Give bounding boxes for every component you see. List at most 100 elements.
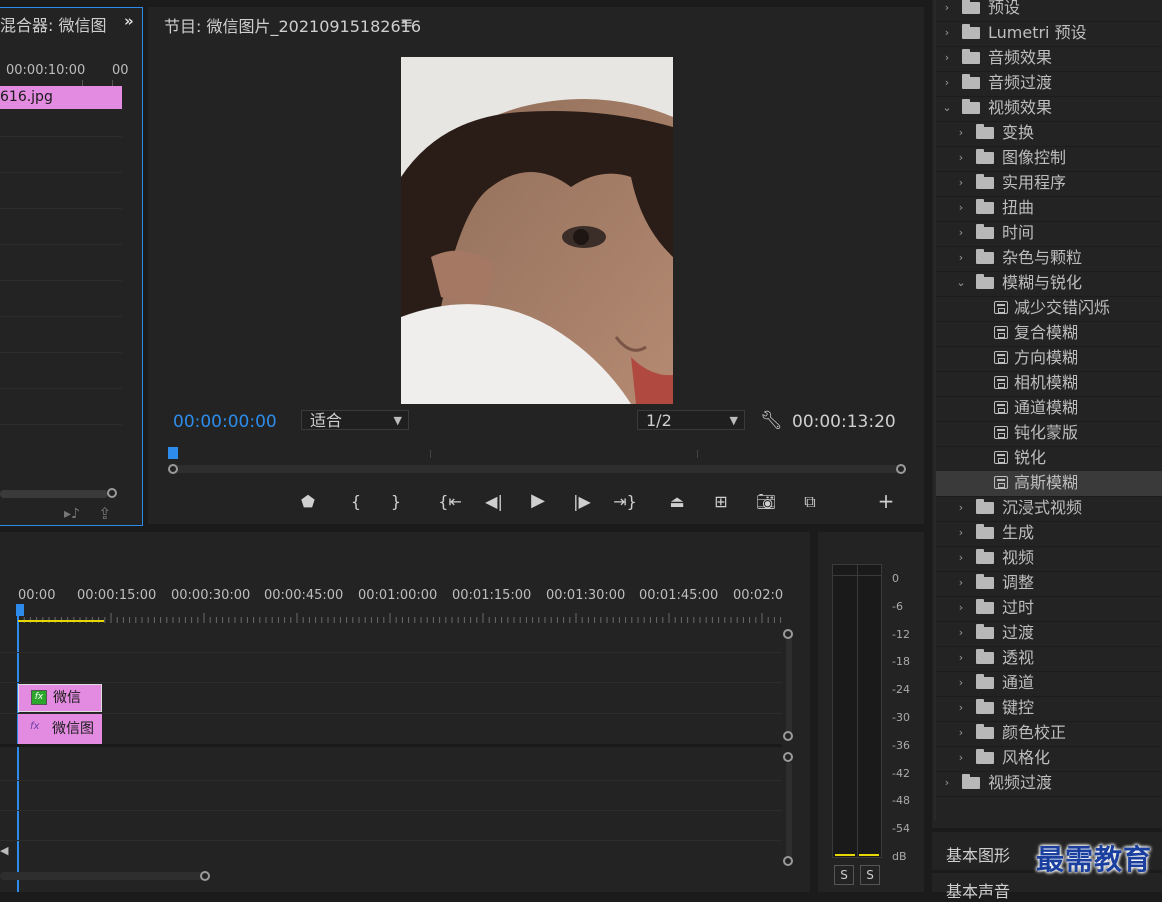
effects-tree-item[interactable]: › 预设: [936, 0, 1162, 22]
chevron-right-icon[interactable]: ›: [942, 0, 952, 20]
effects-tree-item[interactable]: 通道模糊: [936, 396, 1162, 422]
effects-tree-item[interactable]: 锐化: [936, 446, 1162, 472]
chevron-right-icon[interactable]: ›: [956, 696, 966, 720]
chevron-down-icon[interactable]: ⌄: [956, 271, 966, 295]
effects-tree-item[interactable]: › 视频: [936, 546, 1162, 572]
scrub-start-handle[interactable]: [168, 464, 178, 474]
effects-tree-item[interactable]: › 扭曲: [936, 196, 1162, 222]
add-button-icon[interactable]: +: [874, 491, 898, 511]
chevron-right-icon[interactable]: ›: [942, 71, 952, 95]
effects-tree-item[interactable]: › 时间: [936, 221, 1162, 247]
chevron-right-icon[interactable]: ›: [956, 171, 966, 195]
chevron-right-icon[interactable]: ›: [956, 521, 966, 545]
mark-out-icon[interactable]: }: [386, 492, 406, 512]
tab-essential-sound[interactable]: 基本声音: [946, 878, 1010, 902]
effects-tree-item[interactable]: › 颜色校正: [936, 721, 1162, 747]
play-icon[interactable]: ▶: [526, 491, 550, 511]
chevron-right-icon[interactable]: ›: [956, 121, 966, 145]
chevron-right-icon[interactable]: ›: [956, 496, 966, 520]
go-to-out-icon[interactable]: ⇥}: [612, 492, 638, 512]
effects-tree-item[interactable]: › 音频过渡: [936, 71, 1162, 97]
effects-tree-item[interactable]: 高斯模糊: [936, 471, 1162, 497]
share-icon[interactable]: ⇪: [98, 504, 111, 523]
source-scrollbar[interactable]: [0, 490, 108, 498]
chevron-right-icon[interactable]: ›: [956, 196, 966, 220]
chevron-right-icon[interactable]: ›: [956, 146, 966, 170]
effects-tree-item[interactable]: › 音频效果: [936, 46, 1162, 72]
effects-tree-item[interactable]: › 视频过渡: [936, 771, 1162, 797]
effects-tree-item[interactable]: › 过时: [936, 596, 1162, 622]
effects-tree-item[interactable]: › 风格化: [936, 746, 1162, 772]
chevron-right-icon[interactable]: ›: [956, 671, 966, 695]
effects-tree-item[interactable]: › 键控: [936, 696, 1162, 722]
chevron-right-icon[interactable]: ›: [956, 546, 966, 570]
panel-menu-icon[interactable]: ≡: [400, 13, 413, 32]
effects-tree-item[interactable]: › Lumetri 预设: [936, 21, 1162, 47]
source-clip[interactable]: 616.jpg: [0, 86, 122, 109]
audio-track-scrollbar[interactable]: [786, 762, 792, 862]
zoom-dropdown[interactable]: 适合 ▼: [301, 410, 409, 430]
effects-tree-item[interactable]: ⌄ 模糊与锐化: [936, 271, 1162, 297]
collapse-left-icon[interactable]: ◀: [0, 844, 8, 857]
source-panel-title[interactable]: 混合器: 微信图: [0, 12, 106, 36]
chevron-right-icon[interactable]: ›: [956, 246, 966, 270]
chevron-right-icon[interactable]: ›: [956, 746, 966, 770]
effects-tree-item[interactable]: › 实用程序: [936, 171, 1162, 197]
effects-tree-item[interactable]: › 图像控制: [936, 146, 1162, 172]
effects-tree-item[interactable]: › 通道: [936, 671, 1162, 697]
program-scrub-bar[interactable]: [174, 465, 902, 473]
tab-essential-graphics[interactable]: 基本图形: [946, 842, 1010, 866]
effects-tree-item[interactable]: 方向模糊: [936, 346, 1162, 372]
scroll-handle[interactable]: [783, 752, 793, 762]
step-back-icon[interactable]: ◀|: [482, 492, 506, 512]
chevron-right-icon[interactable]: ›: [942, 771, 952, 795]
effects-tree-item[interactable]: › 过渡: [936, 621, 1162, 647]
source-scroll-handle[interactable]: [107, 488, 117, 498]
effects-tree-item[interactable]: 减少交错闪烁: [936, 296, 1162, 322]
scroll-handle[interactable]: [200, 871, 210, 881]
program-monitor-title[interactable]: 节目: 微信图片_20210915182616: [164, 13, 421, 37]
effects-tree-item[interactable]: 相机模糊: [936, 371, 1162, 397]
add-marker-icon[interactable]: ⬟: [298, 492, 318, 512]
timeline-clip-v2[interactable]: fx 微信: [18, 684, 102, 712]
effects-tree-item[interactable]: › 沉浸式视频: [936, 496, 1162, 522]
timeline-playhead-head[interactable]: [16, 604, 24, 616]
resolution-dropdown[interactable]: 1/2 ▼: [637, 410, 745, 430]
chevron-right-icon[interactable]: ›: [942, 21, 952, 45]
program-video-frame[interactable]: [401, 57, 673, 404]
video-track-scrollbar[interactable]: [786, 636, 792, 736]
scrub-end-handle[interactable]: [896, 464, 906, 474]
chevron-right-icon[interactable]: ›: [956, 571, 966, 595]
effects-tree-item[interactable]: › 生成: [936, 521, 1162, 547]
chevron-down-icon[interactable]: ⌄: [942, 96, 952, 120]
effects-tree-item[interactable]: 钝化蒙版: [936, 421, 1162, 447]
timeline-playhead-line[interactable]: [17, 616, 19, 892]
chevron-right-icon[interactable]: ›: [956, 221, 966, 245]
extract-icon[interactable]: ⊞: [708, 492, 734, 512]
panel-overflow-icon[interactable]: »: [124, 12, 134, 30]
scroll-handle[interactable]: [783, 731, 793, 741]
chevron-right-icon[interactable]: ›: [956, 596, 966, 620]
program-playhead[interactable]: [168, 447, 178, 459]
mark-in-icon[interactable]: {: [346, 492, 366, 512]
program-current-time[interactable]: 00:00:00:00: [173, 412, 277, 432]
step-forward-icon[interactable]: |▶: [570, 492, 594, 512]
camera-icon[interactable]: 📷︎: [754, 492, 778, 512]
effects-tree-item[interactable]: ⌄ 视频效果: [936, 96, 1162, 122]
scroll-handle[interactable]: [783, 856, 793, 866]
effects-tree-item[interactable]: › 杂色与颗粒: [936, 246, 1162, 272]
timeline-clip-v1[interactable]: fx 微信图: [18, 714, 102, 744]
chevron-right-icon[interactable]: ›: [942, 46, 952, 70]
effects-tree-item[interactable]: › 调整: [936, 571, 1162, 597]
scroll-handle[interactable]: [783, 629, 793, 639]
chevron-right-icon[interactable]: ›: [956, 646, 966, 670]
chevron-right-icon[interactable]: ›: [956, 621, 966, 645]
solo-right-button[interactable]: S: [860, 865, 880, 885]
effects-tree-item[interactable]: › 变换: [936, 121, 1162, 147]
audio-export-icon[interactable]: ▸♪: [64, 506, 80, 522]
timeline-h-scrollbar[interactable]: [0, 872, 206, 880]
go-to-in-icon[interactable]: {⇤: [438, 492, 462, 512]
work-area-bar[interactable]: [18, 620, 104, 622]
lift-icon[interactable]: ⏏: [664, 492, 690, 512]
wrench-icon[interactable]: 🔧︎: [760, 410, 783, 431]
